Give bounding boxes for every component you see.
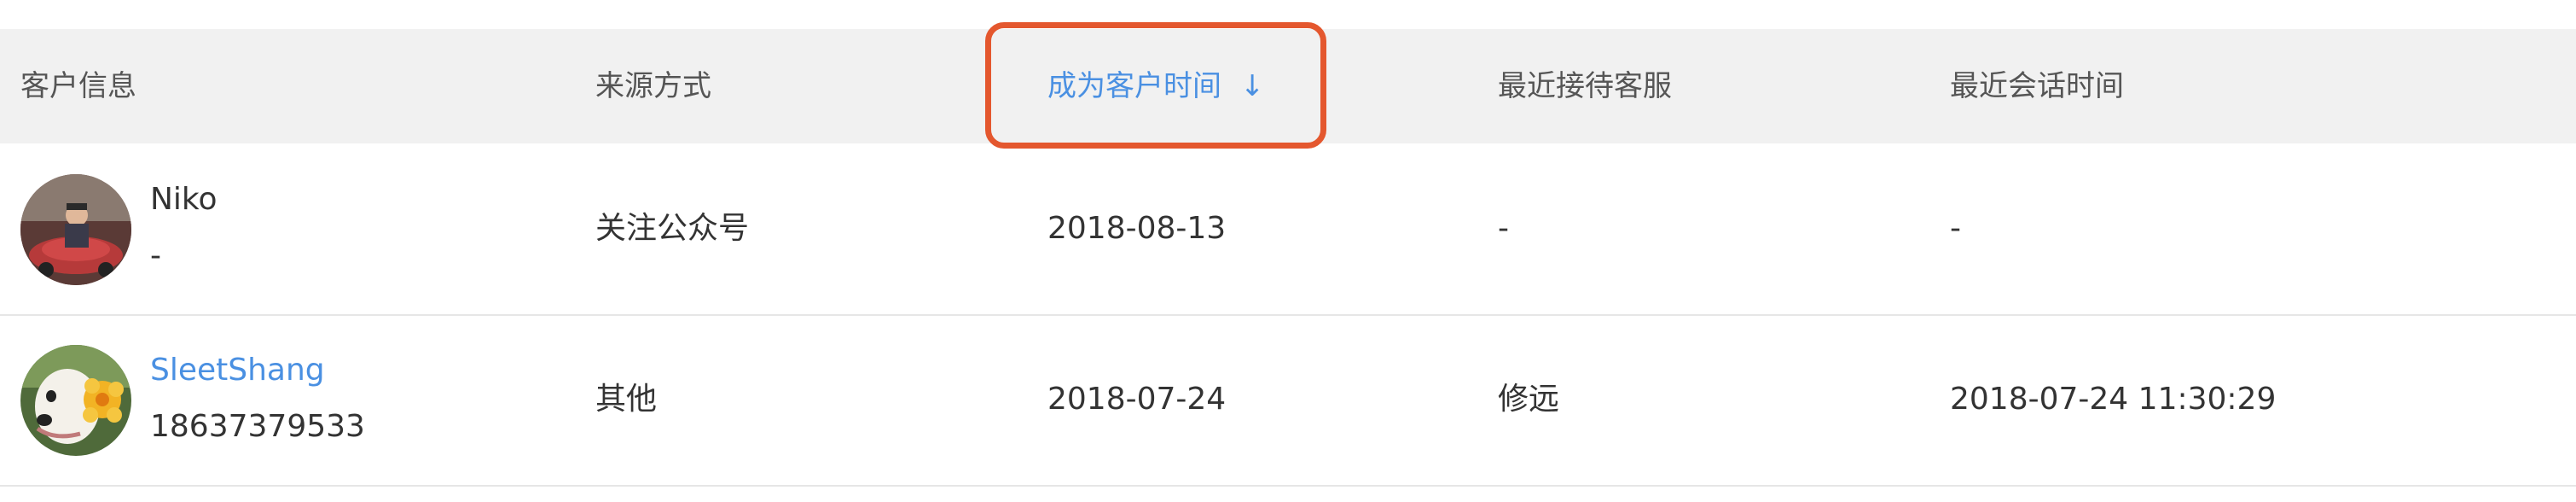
customer-table: 客户信息 来源方式 成为客户时间 ↓ 最近接待客服 最近会话时间 Niko - …: [0, 0, 2576, 502]
column-header-recent-session-time[interactable]: 最近会话时间: [1950, 29, 2124, 143]
became-customer-time-cell: 2018-07-24: [1047, 382, 1227, 417]
recent-session-time-cell: 2018-07-24 11:30:29: [1950, 382, 2277, 417]
avatar[interactable]: [20, 174, 131, 285]
customer-phone: -: [150, 238, 161, 273]
child-in-toy-car-photo-icon: [20, 174, 131, 285]
became-customer-time-cell: 2018-08-13: [1047, 211, 1227, 246]
table-row[interactable]: Niko - 关注公众号 2018-08-13 - -: [0, 143, 2576, 316]
customer-name-link[interactable]: SleetShang: [150, 352, 325, 389]
dog-with-flower-photo-icon: [20, 345, 131, 456]
column-header-source[interactable]: 来源方式: [595, 29, 711, 143]
column-header-recent-agent[interactable]: 最近接待客服: [1498, 29, 1672, 143]
customer-name: Niko: [150, 182, 218, 217]
source-cell: 关注公众号: [595, 211, 750, 246]
table-row[interactable]: SleetShang 18637379533 其他 2018-07-24 修远 …: [0, 314, 2576, 487]
customer-phone: 18637379533: [150, 409, 365, 444]
recent-session-time-cell: -: [1950, 211, 1961, 246]
recent-agent-cell: -: [1498, 211, 1509, 246]
avatar[interactable]: [20, 345, 131, 456]
column-header-customer-info[interactable]: 客户信息: [20, 29, 136, 143]
source-cell: 其他: [595, 382, 658, 417]
sort-column-highlight: [985, 22, 1326, 149]
recent-agent-cell: 修远: [1498, 382, 1560, 417]
